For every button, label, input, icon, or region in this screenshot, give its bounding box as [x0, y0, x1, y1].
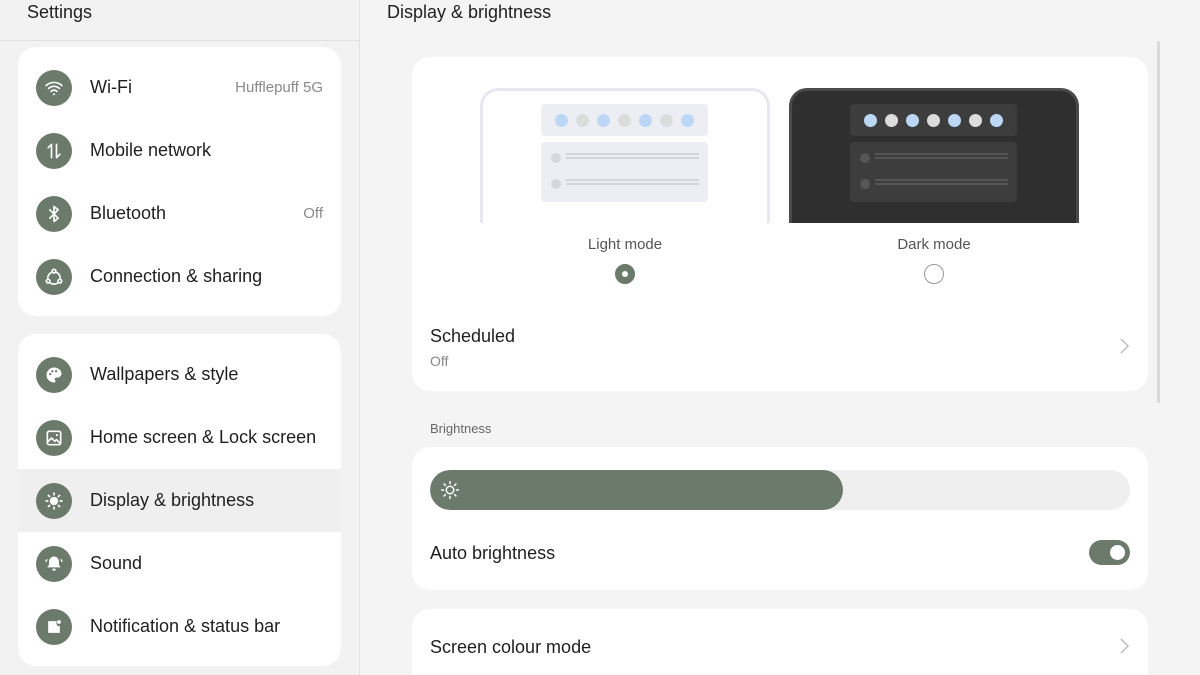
bluetooth-icon: [36, 195, 72, 232]
scrollbar[interactable]: [1157, 41, 1160, 403]
preview-notification-panel: [850, 142, 1017, 202]
sidebar-header: Settings: [0, 0, 359, 41]
scheduled-value: Off: [430, 353, 449, 369]
preview-quick-settings: [541, 104, 708, 136]
brightness-slider[interactable]: [430, 470, 1130, 510]
sun-icon: [440, 480, 460, 500]
scheduled-title: Scheduled: [430, 326, 516, 346]
screen-colour-mode-card[interactable]: Screen colour mode: [412, 609, 1148, 675]
light-mode-radio[interactable]: [615, 264, 635, 284]
chevron-right-icon: [1120, 338, 1130, 354]
sidebar-item-connection-sharing[interactable]: Connection & sharing: [18, 245, 341, 308]
sidebar-item-mobile-network[interactable]: Mobile network: [18, 119, 341, 182]
sidebar-item-label: Bluetooth: [90, 203, 167, 223]
dark-mode-radio[interactable]: [924, 264, 944, 284]
sidebar-item-label: Wi-Fi: [90, 77, 132, 97]
brightness-slider-fill: [430, 470, 843, 510]
sidebar-item-label: Home screen & Lock screen: [90, 427, 317, 447]
notification-icon: [36, 608, 72, 645]
bluetooth-status: Off: [303, 205, 323, 222]
wifi-network-name: Hufflepuff 5G: [235, 79, 323, 96]
settings-sidebar: Settings Wi-Fi Hufflepuff 5G Mobile netw…: [0, 0, 359, 675]
sidebar-item-sound[interactable]: Sound: [18, 532, 341, 595]
toggle-knob: [1110, 545, 1125, 560]
page-title: Display & brightness: [387, 2, 552, 22]
pane-divider: [359, 0, 360, 675]
sidebar-title: Settings: [27, 2, 93, 22]
sun-icon: [36, 482, 72, 519]
sidebar-item-bluetooth[interactable]: Bluetooth Off: [18, 182, 341, 245]
sidebar-item-wifi[interactable]: Wi-Fi Hufflepuff 5G: [18, 56, 341, 119]
sidebar-item-notification-status-bar[interactable]: Notification & status bar: [18, 595, 341, 658]
sidebar-item-label: Display & brightness: [90, 490, 255, 510]
auto-brightness-label: Auto brightness: [430, 543, 556, 563]
sidebar-item-label: Connection & sharing: [90, 266, 263, 286]
sidebar-item-label: Mobile network: [90, 140, 212, 160]
palette-icon: [36, 356, 72, 393]
sidebar-item-wallpapers-style[interactable]: Wallpapers & style: [18, 343, 341, 406]
screen-colour-mode-title: Screen colour mode: [430, 637, 592, 657]
dark-mode-preview[interactable]: [789, 88, 1079, 223]
sidebar-item-label: Wallpapers & style: [90, 364, 239, 384]
sidebar-item-display-brightness[interactable]: Display & brightness: [18, 469, 341, 532]
chevron-right-icon: [1120, 638, 1130, 654]
sidebar-item-home-lock-screen[interactable]: Home screen & Lock screen: [18, 406, 341, 469]
brightness-card: Auto brightness: [412, 447, 1148, 590]
share-icon: [36, 258, 72, 295]
connectivity-group: Wi-Fi Hufflepuff 5G Mobile network Bluet…: [18, 47, 341, 316]
light-mode-label: Light mode: [587, 236, 663, 253]
theme-card: Light mode Dark mode Scheduled Off: [412, 57, 1148, 391]
preview-quick-settings: [850, 104, 1017, 136]
brightness-section-label: Brightness: [430, 421, 492, 436]
light-mode-preview[interactable]: [480, 88, 770, 223]
mobile-data-icon: [36, 132, 72, 169]
auto-brightness-toggle[interactable]: [1089, 540, 1130, 565]
preview-notification-panel: [541, 142, 708, 202]
personalization-group: Wallpapers & style Home screen & Lock sc…: [18, 334, 341, 666]
sidebar-item-label: Sound: [90, 553, 143, 573]
bell-icon: [36, 545, 72, 582]
image-icon: [36, 419, 72, 456]
wifi-icon: [36, 69, 72, 106]
dark-mode-label: Dark mode: [897, 236, 971, 253]
sidebar-item-label: Notification & status bar: [90, 616, 281, 636]
